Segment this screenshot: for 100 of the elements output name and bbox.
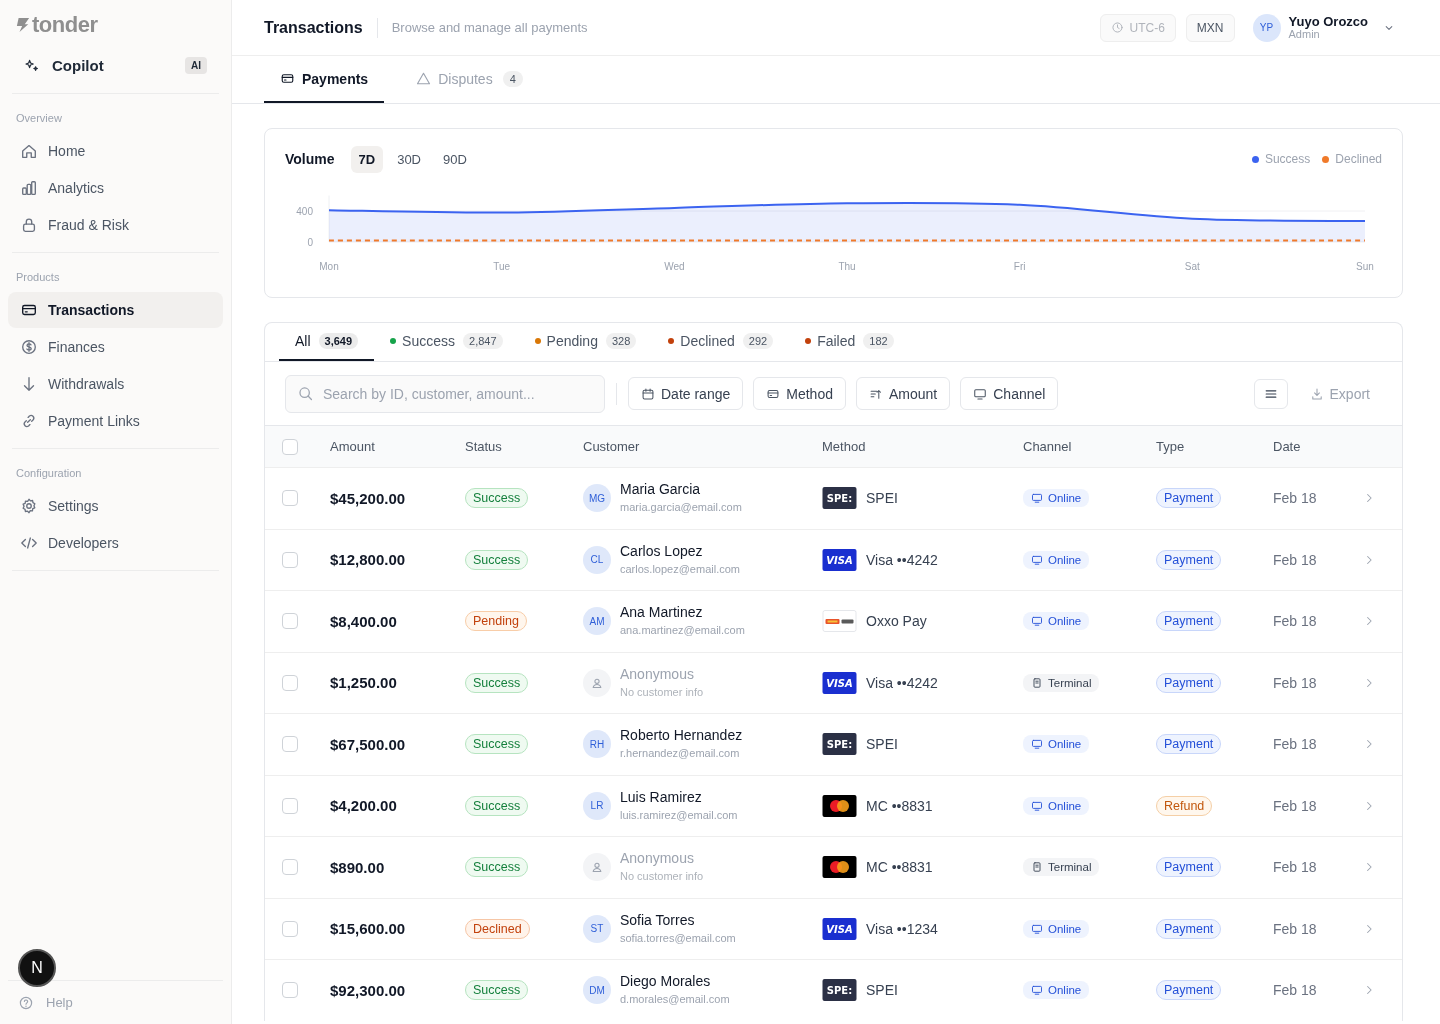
page-subtitle: Browse and manage all payments [390, 20, 588, 35]
card-icon [280, 71, 295, 86]
row-checkbox[interactable] [282, 920, 298, 937]
table-row[interactable]: $1,250.00 Success Anonymous No customer info VISA Visa ••4242 Terminal Payment Feb 18 [265, 651, 1402, 713]
sidebar-item[interactable]: Finances [8, 329, 223, 365]
page-title: Transactions [264, 17, 378, 38]
dev-badge[interactable]: N [18, 949, 56, 987]
sidebar-item[interactable]: Payment Links [8, 403, 223, 439]
sidebar-item[interactable]: Developers [8, 525, 223, 561]
filter-button[interactable]: Method [753, 377, 846, 410]
sidebar-item[interactable]: Transactions [8, 292, 223, 328]
table-row[interactable]: $890.00 Success Anonymous No customer info MC ••8831 Terminal Payment Feb 18 [265, 836, 1402, 898]
monitor-icon [1031, 492, 1043, 505]
row-checkbox[interactable] [282, 551, 298, 568]
customer-avatar: LR [583, 791, 611, 820]
sidebar-item[interactable]: Fraud & Risk [8, 207, 223, 243]
dollar-icon [20, 338, 38, 356]
user-role: Admin [1288, 27, 1321, 41]
amount-text: $890.00 [330, 858, 385, 876]
page-tab[interactable]: Disputes 4 [400, 56, 539, 103]
column-header: Type [1156, 439, 1185, 454]
row-checkbox[interactable] [282, 613, 298, 630]
row-checkbox[interactable] [282, 859, 298, 876]
type-badge: Payment [1156, 672, 1222, 693]
customer-avatar: AM [583, 607, 611, 636]
help-icon [18, 995, 34, 1011]
legend-label: Success [1264, 152, 1311, 166]
currency-button[interactable]: MXN [1185, 13, 1235, 42]
channel-badge: Online [1023, 550, 1090, 569]
count-badge: 328 [605, 333, 637, 349]
sidebar-item[interactable]: Settings [8, 488, 223, 524]
settings-icon [20, 497, 38, 515]
row-checkbox[interactable] [282, 674, 298, 691]
section-heading: Products [15, 270, 61, 285]
date-text: Feb 18 [1273, 859, 1317, 876]
filter-button[interactable]: Channel [960, 377, 1059, 410]
customer-avatar: MG [583, 484, 611, 513]
customer-email: d.morales@email.com [620, 992, 730, 1008]
status-tab[interactable]: Failed 182 [789, 323, 910, 361]
column-header: Date [1273, 439, 1301, 454]
search-field[interactable]: Search by ID, customer, amount... [285, 374, 605, 413]
status-tab[interactable]: Success 2,847 [374, 323, 519, 361]
table-row[interactable]: $4,200.00 Success LR Luis Ramirez luis.ramirez@email.com MC ••8831 Online Refund Feb 18 [265, 774, 1402, 836]
ai-badge: AI [185, 57, 207, 74]
row-checkbox[interactable] [282, 982, 298, 999]
customer-avatar: DM [583, 976, 611, 1005]
row-checkbox[interactable] [282, 797, 298, 814]
monitor-icon [973, 386, 988, 401]
status-badge: Success [465, 488, 529, 509]
customer-email: ana.martinez@email.com [620, 623, 745, 639]
sidebar-item[interactable]: Analytics [8, 170, 223, 206]
table-row[interactable]: $45,200.00 Success MG Maria Garcia maria.garcia@email.com SPE: SPEI Online Payment Feb 18 [265, 467, 1402, 529]
search-icon [297, 384, 314, 402]
table-row[interactable]: $15,600.00 Declined ST Sofia Torres sofia.torres@email.com VISA Visa ••1234 Online Payment Feb 18 [265, 897, 1402, 959]
visa-logo: VISA [822, 548, 857, 571]
copilot-item[interactable]: Copilot AI [12, 38, 219, 94]
column-header: Method [822, 439, 866, 454]
status-tab[interactable]: Pending 328 [518, 323, 653, 361]
user-menu[interactable]: YP Yuyo Orozco Admin [1252, 13, 1396, 42]
channel-badge: Online [1023, 489, 1090, 508]
table-row[interactable]: $12,800.00 Success CL Carlos Lopez carlos.lopez@email.com VISA Visa ••4242 Online Payment Feb 18 [265, 528, 1402, 590]
filter-button[interactable]: Date range [628, 377, 744, 410]
row-checkbox[interactable] [282, 736, 298, 753]
amount-text: $67,500.00 [330, 735, 406, 753]
status-tab[interactable]: All 3,649 [279, 323, 375, 361]
date-text: Feb 18 [1273, 674, 1317, 691]
page-tab[interactable]: Payments [264, 56, 385, 103]
method-label: Visa ••4242 [866, 551, 938, 568]
customer-name: Sofia Torres [620, 910, 696, 929]
channel-badge: Online [1023, 981, 1090, 1000]
method-label: Oxxo Pay [866, 613, 927, 630]
mastercard-logo [822, 794, 857, 817]
table-row[interactable]: $67,500.00 Success RH Roberto Hernandez r.hernandez@email.com SPE: SPEI Online Payment Feb 18 [265, 713, 1402, 775]
range-tab[interactable]: 30D [389, 145, 429, 173]
table-row[interactable]: $8,400.00 Pending AM Ana Martinez ana.martinez@email.com Oxxo Pay Online Payment Feb 18 [265, 590, 1402, 652]
status-tab[interactable]: Declined 292 [652, 323, 790, 361]
table-row[interactable]: $92,300.00 Success DM Diego Morales d.morales@email.com SPE: SPEI Online Payment Feb 18 [265, 959, 1402, 1021]
filter-button[interactable]: Amount [856, 377, 951, 410]
axis-tick-label: Thu [838, 261, 856, 272]
sidebar-item[interactable]: Home [8, 133, 223, 169]
status-badge: Success [465, 672, 529, 693]
column-header: Status [465, 439, 502, 454]
row-checkbox[interactable] [282, 490, 298, 507]
channel-badge: Online [1023, 796, 1090, 815]
sidebar-item[interactable]: Withdrawals [8, 366, 223, 402]
logo-wordmark: tonder [32, 12, 98, 38]
select-all-checkbox[interactable] [282, 438, 298, 455]
spei-logo: SPE: [822, 487, 857, 510]
axis-tick-label: Sun [1356, 261, 1374, 272]
user-name: Yuyo Orozco [1288, 14, 1368, 28]
method-label: SPEI [866, 982, 898, 999]
status-badge: Pending [465, 611, 527, 632]
type-badge: Payment [1156, 918, 1222, 939]
warning-icon [416, 71, 432, 86]
lock-icon [20, 216, 38, 234]
range-tab[interactable]: 7D [350, 145, 384, 173]
status-badge: Success [465, 734, 529, 755]
menu-button[interactable] [1253, 378, 1288, 409]
range-tab[interactable]: 90D [435, 145, 475, 173]
date-text: Feb 18 [1273, 736, 1317, 753]
